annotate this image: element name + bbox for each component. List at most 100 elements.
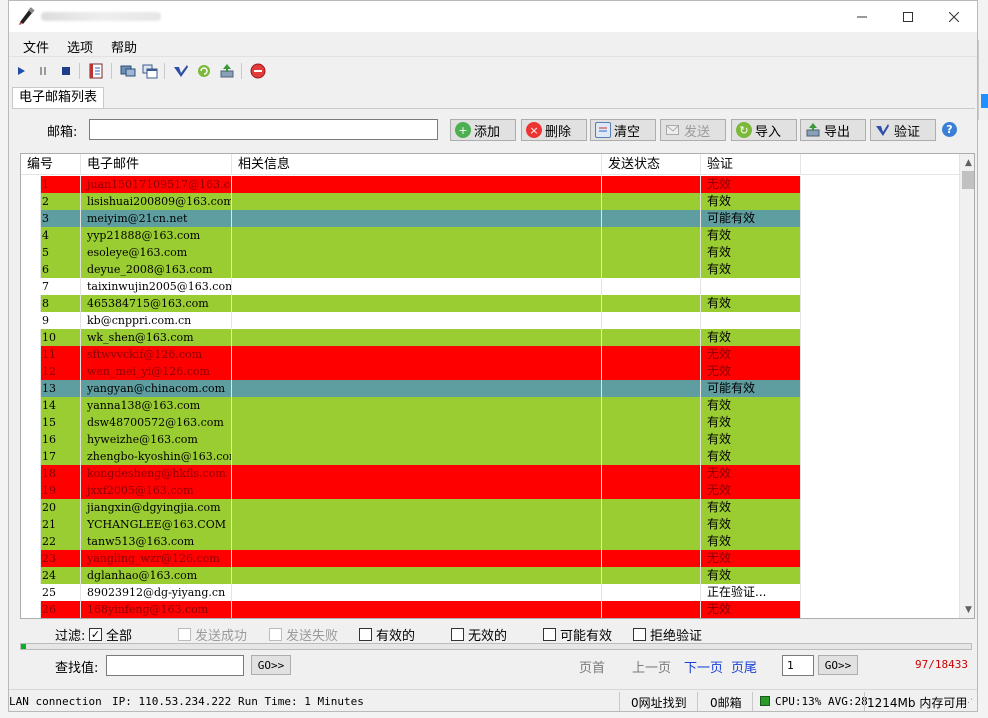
filter-sent-fail-checkbox[interactable] [269,628,282,641]
column-header-send-status[interactable]: 发送状态 [602,154,701,175]
table-row[interactable]: 2 lisishuai200809@163.com 有效 [21,193,959,210]
verify-icon [875,122,891,138]
delete-button[interactable]: × 删除 [521,119,587,141]
import-button[interactable]: ↻ 导入 [731,119,797,141]
verify-check-icon[interactable] [172,62,190,80]
table-row[interactable]: 15 dsw48700572@163.com 有效 [21,414,959,431]
table-row[interactable]: 18 kongdesheng@hkfls.com 无效 [21,465,959,482]
menu-help[interactable]: 帮助 [111,37,137,56]
help-icon[interactable]: ? [942,122,957,137]
add-button[interactable]: + 添加 [450,119,516,141]
filter-valid[interactable]: 有效的 [359,625,415,644]
export-icon[interactable] [218,62,236,80]
table-row[interactable]: 11 sftwvvckif@126.com 无效 [21,346,959,363]
column-header-info[interactable]: 相关信息 [232,154,602,175]
table-row[interactable]: 8 465384715@163.com 有效 [21,295,959,312]
table-row[interactable]: 23 yangling_wzr@126.com 无效 [21,550,959,567]
table-row[interactable]: 5 esoleye@163.com 有效 [21,244,959,261]
send-button[interactable]: 发送 [660,119,726,141]
background-window-edge [978,40,988,120]
windows-icon[interactable] [141,62,159,80]
filter-sent-ok-checkbox[interactable] [178,628,191,641]
export-button[interactable]: 导出 [800,119,866,141]
filter-rejected[interactable]: 拒绝验证 [633,625,702,644]
table-row[interactable]: 9 kb@cnppri.com.cn [21,312,959,329]
tab-email-list[interactable]: 电子邮箱列表 [12,87,105,109]
table-row[interactable]: 22 tanw513@163.com 有效 [21,533,959,550]
play-icon[interactable] [12,62,30,80]
stop-icon[interactable] [57,62,75,80]
column-header-verify[interactable]: 验证 [701,154,801,175]
page-go-button[interactable]: GO>> [818,655,858,675]
resize-grip-icon[interactable]: ⋰ [964,698,974,708]
scrollbar-thumb[interactable] [962,171,974,189]
pager-last[interactable]: 页尾 [731,657,757,676]
search-input[interactable] [106,655,244,676]
scroll-up-arrow-icon[interactable]: ▲ [960,154,974,171]
pager-first[interactable]: 页首 [579,657,605,676]
table-row[interactable]: 21 YCHANGLEE@163.COM 有效 [21,516,959,533]
table-row[interactable]: 24 dglanhao@163.com 有效 [21,567,959,584]
menu-options[interactable]: 选项 [67,37,93,56]
table-row[interactable]: 12 wen_mei_yi@126.com 无效 [21,363,959,380]
filter-invalid[interactable]: 无效的 [451,625,507,644]
table-row[interactable]: 16 hyweizhe@163.com 有效 [21,431,959,448]
row-gutter [21,414,41,431]
menu-file[interactable]: 文件 [23,37,49,56]
verify-button[interactable]: 验证 [870,119,936,141]
close-button[interactable] [931,1,977,32]
column-header-id[interactable]: 编号 [21,154,81,175]
computer-icon[interactable] [119,62,137,80]
clear-list-icon [595,122,611,138]
filter-valid-label: 有效的 [376,629,416,644]
table-row[interactable]: 7 taixinwujin2005@163.com [21,278,959,295]
table-row[interactable]: 13 yangyan@chinacom.com 可能有效 [21,380,959,397]
row-id-cell: 3 [41,210,81,227]
address-book-icon[interactable] [87,62,105,80]
background-window-highlight [981,94,988,108]
clear-button[interactable]: 清空 [590,119,656,141]
pager-prev[interactable]: 上一页 [632,657,671,676]
table-row[interactable]: 19 jxxf2005@163.com 无效 [21,482,959,499]
row-email-cell: sftwvvckif@126.com [81,346,232,363]
table-row[interactable]: 20 jiangxin@dgyingjia.com 有效 [21,499,959,516]
page-number-input[interactable]: 1 [782,655,814,676]
row-verify-cell: 可能有效 [701,210,801,227]
scroll-down-arrow-icon[interactable]: ▼ [960,601,974,618]
filter-sent-fail[interactable]: 发送失败 [269,625,338,644]
filter-rejected-checkbox[interactable] [633,628,646,641]
email-input[interactable] [89,119,438,140]
status-mailboxes: 0邮箱 [710,696,742,710]
table-row[interactable]: 17 zhengbo-kyoshin@163.com 有效 [21,448,959,465]
minimize-button[interactable] [839,1,885,32]
filter-maybe-checkbox[interactable] [543,628,556,641]
filter-invalid-checkbox[interactable] [451,628,464,641]
filter-all-checkbox[interactable]: ✓ [89,628,102,641]
refresh-icon[interactable] [195,62,213,80]
stop-sign-icon[interactable] [249,62,267,80]
table-row[interactable]: 6 deyue_2008@163.com 有效 [21,261,959,278]
progress-bar [20,643,972,650]
vertical-scrollbar[interactable]: ▲ ▼ [959,154,974,618]
row-verify-cell: 有效 [701,397,801,414]
table-row[interactable]: 14 yanna138@163.com 有效 [21,397,959,414]
table-row[interactable]: 10 wk_shen@163.com 有效 [21,329,959,346]
column-header-email[interactable]: 电子邮件 [81,154,232,175]
filter-maybe[interactable]: 可能有效 [543,625,612,644]
table-row[interactable]: 25 89023912@dg-yiyang.cn 正在验证... [21,584,959,601]
table-row[interactable]: 26 168yinfeng@163.com 无效 [21,601,959,618]
row-id-cell: 26 [41,601,81,618]
row-email-cell: dsw48700572@163.com [81,414,232,431]
filter-valid-checkbox[interactable] [359,628,372,641]
search-go-button[interactable]: GO>> [251,655,291,675]
filter-sent-ok[interactable]: 发送成功 [178,625,247,644]
pause-icon[interactable] [34,62,52,80]
row-info-cell [232,278,602,295]
filter-all[interactable]: ✓ 全部 [89,625,132,644]
pager-next[interactable]: 下一页 [684,657,723,676]
table-row[interactable]: 3 meiyim@21cn.net 可能有效 [21,210,959,227]
maximize-button[interactable] [885,1,931,32]
filter-maybe-label: 可能有效 [560,629,613,644]
table-row[interactable]: 4 yyp21888@163.com 有效 [21,227,959,244]
table-row[interactable]: 1 juan15017109517@163.com 无效 [21,176,959,193]
